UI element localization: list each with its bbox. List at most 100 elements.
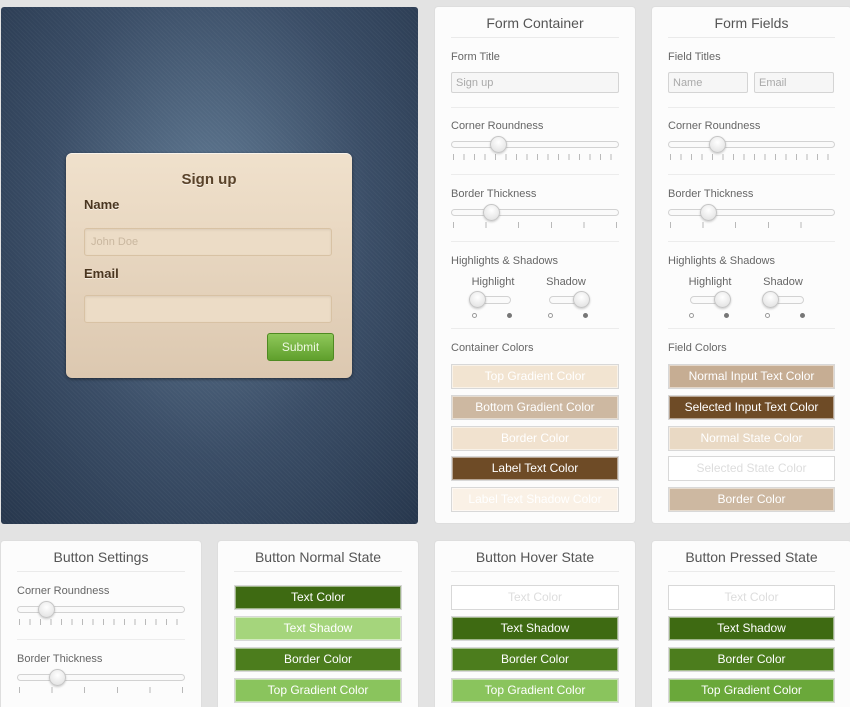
- toggle-handle[interactable]: [469, 291, 486, 308]
- form-title: Sign up: [181, 171, 237, 188]
- title-divider: [668, 571, 835, 572]
- panel-title: Button Settings: [53, 549, 149, 565]
- selected-state-color-swatch[interactable]: Selected State Color: [668, 456, 835, 481]
- on-indicator: [724, 313, 729, 318]
- normal-state-color-swatch[interactable]: Normal State Color: [668, 426, 835, 451]
- border-thickness-slider[interactable]: [668, 204, 835, 228]
- slider-handle[interactable]: [483, 204, 500, 221]
- pressed-text-color-swatch[interactable]: Text Color: [668, 585, 835, 610]
- border-thickness-slider[interactable]: [451, 204, 619, 228]
- pressed-text-shadow-swatch[interactable]: Text Shadow: [668, 616, 835, 641]
- field-border-color-swatch[interactable]: Border Color: [668, 487, 835, 512]
- shadow-toggle[interactable]: [545, 290, 591, 318]
- title-divider: [451, 571, 619, 572]
- normal-top-gradient-color-swatch[interactable]: Top Gradient Color: [234, 678, 402, 703]
- slider-handle[interactable]: [490, 136, 507, 153]
- border-thickness-slider[interactable]: [17, 669, 185, 693]
- slider-handle[interactable]: [38, 601, 55, 618]
- on-indicator: [507, 313, 512, 318]
- form-title-label: Form Title: [451, 51, 500, 63]
- slider-handle[interactable]: [709, 136, 726, 153]
- slider-track[interactable]: [451, 209, 619, 216]
- corner-roundness-label: Corner Roundness: [17, 585, 110, 597]
- name-label: Name: [84, 197, 120, 212]
- highlights-shadows-label: Highlights & Shadows: [451, 255, 559, 267]
- shadow-toggle[interactable]: [762, 290, 808, 318]
- slider-track[interactable]: [668, 209, 835, 216]
- top-gradient-color-swatch[interactable]: Top Gradient Color: [451, 364, 619, 389]
- slider-ticks: [19, 619, 183, 625]
- normal-border-color-swatch[interactable]: Border Color: [234, 647, 402, 672]
- bottom-gradient-color-swatch[interactable]: Bottom Gradient Color: [451, 395, 619, 420]
- border-color-swatch[interactable]: Border Color: [451, 426, 619, 451]
- off-indicator: [548, 313, 553, 318]
- divider: [451, 241, 619, 242]
- divider: [451, 107, 619, 108]
- highlight-label: Highlight: [471, 276, 515, 288]
- container-colors-label: Container Colors: [451, 342, 534, 354]
- corner-roundness-slider[interactable]: [17, 601, 185, 625]
- normal-text-shadow-swatch[interactable]: Text Shadow: [234, 616, 402, 641]
- on-indicator: [800, 313, 805, 318]
- normal-text-color-swatch[interactable]: Text Color: [234, 585, 402, 610]
- off-indicator: [689, 313, 694, 318]
- title-divider: [17, 571, 185, 572]
- slider-ticks: [453, 222, 617, 228]
- slider-ticks: [670, 222, 833, 228]
- name-input[interactable]: [84, 228, 332, 256]
- selected-input-text-color-swatch[interactable]: Selected Input Text Color: [668, 395, 835, 420]
- divider: [668, 174, 835, 175]
- off-indicator: [765, 313, 770, 318]
- divider: [451, 174, 619, 175]
- title-divider: [234, 571, 402, 572]
- pressed-border-color-swatch[interactable]: Border Color: [668, 647, 835, 672]
- toggle-handle[interactable]: [762, 291, 779, 308]
- divider: [451, 328, 619, 329]
- slider-track[interactable]: [668, 141, 835, 148]
- email-field-title-input[interactable]: [754, 72, 834, 93]
- highlight-toggle[interactable]: [686, 290, 732, 318]
- slider-ticks: [670, 154, 833, 160]
- slider-handle[interactable]: [49, 669, 66, 686]
- button-hover-state-panel: Button Hover State Text Color Text Shado…: [435, 541, 635, 707]
- field-colors-label: Field Colors: [668, 342, 727, 354]
- label-text-shadow-color-swatch[interactable]: Label Text Shadow Color: [451, 487, 619, 512]
- label-text-color-swatch[interactable]: Label Text Color: [451, 456, 619, 481]
- panel-title: Button Normal State: [254, 549, 382, 565]
- signup-form-preview: Sign up Name Email Submit: [66, 153, 352, 378]
- name-field-title-input[interactable]: [668, 72, 748, 93]
- normal-input-text-color-swatch[interactable]: Normal Input Text Color: [668, 364, 835, 389]
- hover-text-shadow-swatch[interactable]: Text Shadow: [451, 616, 619, 641]
- form-preview-canvas: Sign up Name Email Submit: [1, 7, 418, 524]
- panel-title: Button Pressed State: [685, 549, 818, 565]
- highlight-label: Highlight: [688, 276, 732, 288]
- panel-title: Form Container: [486, 15, 584, 31]
- hover-border-color-swatch[interactable]: Border Color: [451, 647, 619, 672]
- email-input[interactable]: [84, 295, 332, 323]
- corner-roundness-slider[interactable]: [668, 136, 835, 160]
- hover-text-color-swatch[interactable]: Text Color: [451, 585, 619, 610]
- toggle-handle[interactable]: [573, 291, 590, 308]
- shadow-label: Shadow: [546, 276, 586, 288]
- form-fields-panel: Form Fields Field Titles Corner Roundnes…: [652, 7, 850, 523]
- pressed-top-gradient-color-swatch[interactable]: Top Gradient Color: [668, 678, 835, 703]
- border-thickness-label: Border Thickness: [17, 653, 103, 665]
- divider: [17, 639, 185, 640]
- submit-button[interactable]: Submit: [267, 333, 334, 361]
- email-label: Email: [84, 266, 119, 281]
- panel-title: Button Hover State: [475, 549, 595, 565]
- hover-top-gradient-color-swatch[interactable]: Top Gradient Color: [451, 678, 619, 703]
- title-divider: [451, 37, 619, 38]
- corner-roundness-slider[interactable]: [451, 136, 619, 160]
- button-pressed-state-panel: Button Pressed State Text Color Text Sha…: [652, 541, 850, 707]
- on-indicator: [583, 313, 588, 318]
- slider-track[interactable]: [451, 141, 619, 148]
- slider-handle[interactable]: [700, 204, 717, 221]
- shadow-label: Shadow: [763, 276, 803, 288]
- off-indicator: [472, 313, 477, 318]
- toggle-handle[interactable]: [714, 291, 731, 308]
- corner-roundness-label: Corner Roundness: [668, 120, 761, 132]
- highlight-toggle[interactable]: [469, 290, 515, 318]
- slider-track[interactable]: [17, 674, 185, 681]
- form-title-input[interactable]: [451, 72, 619, 93]
